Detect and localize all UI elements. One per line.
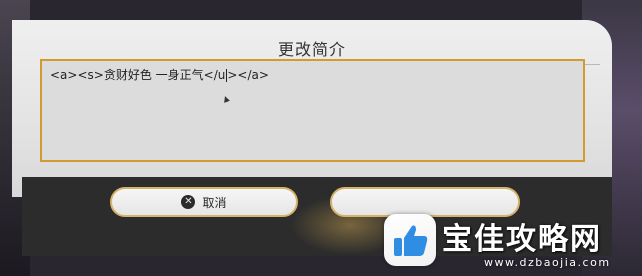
close-circle-icon: ✕ — [181, 195, 196, 209]
cancel-button-label: 取消 — [202, 195, 227, 210]
cancel-button[interactable]: ✕ 取消 — [110, 187, 298, 217]
watermark-brand: 宝佳攻略网 — [442, 222, 602, 257]
bio-text-before-cursor: <a><s>贪财好色 一身正气</u — [50, 68, 226, 82]
bio-input[interactable]: <a><s>贪财好色 一身正气</u ></a> — [40, 59, 585, 162]
thumbs-up-icon — [384, 214, 436, 266]
bio-text-after-cursor: ></a> — [227, 68, 269, 82]
dialog-title: 更改简介 — [277, 40, 346, 59]
watermark-url: www.dzbaojia.com — [484, 256, 611, 269]
watermark: 宝佳攻略网 www.dzbaojia.com — [382, 206, 642, 276]
